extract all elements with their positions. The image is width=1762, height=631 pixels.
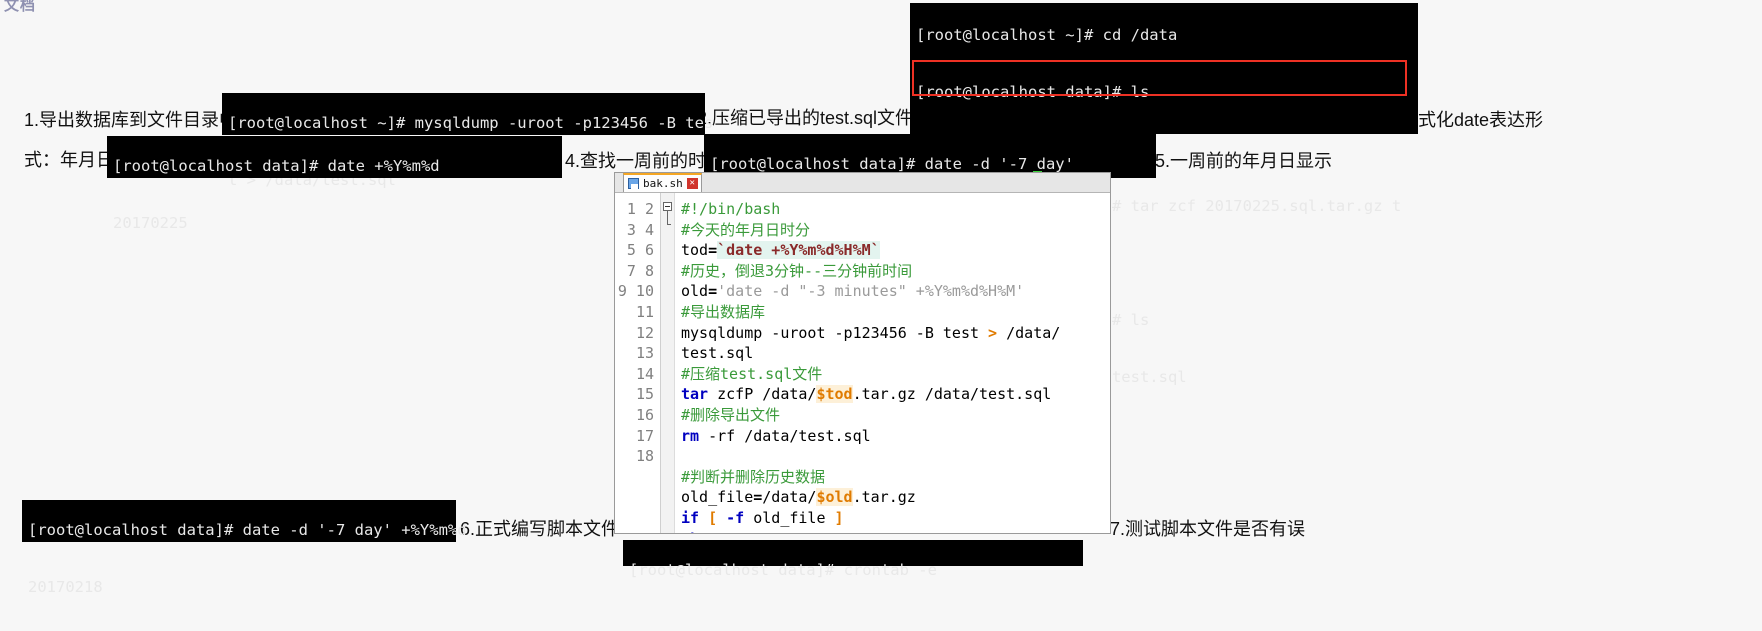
- terminal-date-format-line2: 20170225: [113, 214, 188, 232]
- editor-tab-title: bak.sh: [643, 177, 683, 190]
- fold-collapse-icon[interactable]: [663, 202, 672, 211]
- label-step-3b: 式：年月日: [24, 150, 114, 170]
- editor-fold-column[interactable]: [661, 193, 675, 533]
- terminal-date-week-formatted[interactable]: [root@localhost data]# date -d '-7 day' …: [22, 500, 467, 596]
- terminal-date-week-fmt-line1: [root@localhost data]# date -d '-7 day' …: [28, 521, 467, 539]
- editor-tab-bar: bak.sh ✕: [615, 173, 1110, 193]
- fold-bracket-line: [667, 211, 671, 225]
- editor-code-area[interactable]: #!/bin/bash #今天的年月日时分 tod=`date +%Y%m%d%…: [675, 193, 1110, 533]
- label-step-7: 7.测试脚本文件是否有误: [1110, 519, 1306, 539]
- editor-tab-bak-sh[interactable]: bak.sh ✕: [623, 173, 702, 192]
- script-editor-window[interactable]: bak.sh ✕ 1 2 3 4 5 6 7 8 9 10 11 12 13 1…: [614, 172, 1111, 534]
- terminal-crontab[interactable]: [root@localhost data]# crontab -e: [623, 540, 1083, 579]
- terminal-date-week-line1: [root@localhost data]# date -d '-7 day': [710, 155, 1074, 173]
- terminal-mysqldump[interactable]: [root@localhost ~]# mysqldump -uroot -p1…: [222, 93, 713, 189]
- editor-line-number-gutter: 1 2 3 4 5 6 7 8 9 10 11 12 13 14 15 16 1…: [615, 193, 661, 533]
- label-step-2: 2.压缩已导出的test.sql文件: [697, 108, 914, 128]
- terminal-date-format[interactable]: [root@localhost data]# date +%Y%m%d 2017…: [107, 136, 562, 232]
- label-step-6: 6.正式编写脚本文件: [460, 519, 620, 539]
- tar-command-highlight-box: [912, 60, 1407, 96]
- label-step-4: 4.查找一周前的时间: [565, 151, 725, 171]
- terminal-crontab-line1: [root@localhost data]# crontab -e: [629, 561, 937, 579]
- editor-body[interactable]: 1 2 3 4 5 6 7 8 9 10 11 12 13 14 15 16 1…: [615, 193, 1110, 533]
- clipped-header-text: 文档: [4, 0, 37, 14]
- terminal-date-format-line1: [root@localhost data]# date +%Y%m%d: [113, 157, 440, 175]
- close-icon[interactable]: ✕: [686, 178, 698, 189]
- label-step-1: 1.导出数据库到文件目录中: [24, 110, 238, 130]
- terminal-date-week-fmt-line2: 20170218: [28, 578, 103, 596]
- terminal-tar-line1: [root@localhost ~]# cd /data: [916, 26, 1178, 44]
- terminal-mysqldump-line1: [root@localhost ~]# mysqldump -uroot -p1…: [228, 114, 714, 132]
- save-disk-icon: [628, 178, 639, 189]
- label-step-5: 5.一周前的年月日显示: [1155, 151, 1333, 171]
